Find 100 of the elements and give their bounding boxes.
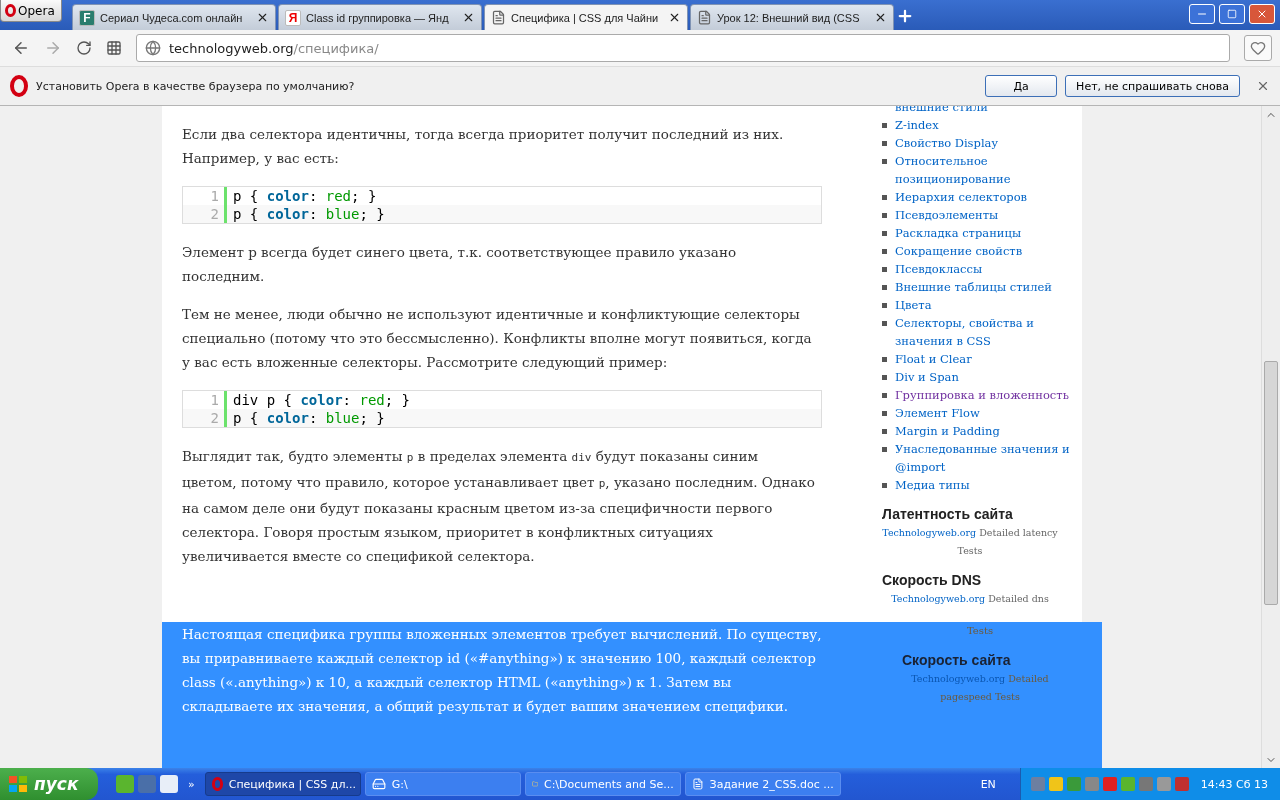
sidebar-link[interactable]: Свойство Display — [895, 134, 998, 152]
tray-icon[interactable] — [1102, 777, 1117, 791]
widget-title: Скорость сайта — [902, 652, 1012, 668]
sidebar-link[interactable]: Унаследованные значения и @import — [895, 440, 1082, 476]
sidebar-link[interactable]: Псевдоэлементы — [895, 206, 999, 224]
taskbar-button[interactable]: Задание 2_CSS.doc ... — [684, 772, 841, 796]
widget-title: Скорость DNS — [882, 572, 983, 588]
sidebar-link[interactable]: Элемент Flow — [895, 404, 980, 422]
code-line: p { color: blue; } — [232, 409, 385, 427]
widget-text: Technologyweb.org Detailed pagespeed Tests — [910, 672, 1050, 704]
sidebar-link[interactable]: Z-index — [895, 116, 939, 134]
new-tab-icon[interactable] — [896, 7, 914, 25]
sidebar-link[interactable]: Margin и Padding — [895, 422, 1000, 440]
taskbar-button[interactable]: G:\ — [364, 772, 521, 796]
infobar-button[interactable]: Да — [985, 75, 1058, 97]
close-window-button[interactable] — [1249, 4, 1275, 24]
bullet-icon — [882, 195, 887, 200]
bullet-icon — [882, 411, 887, 416]
bookmark-button[interactable] — [1244, 35, 1272, 61]
page-icon — [491, 10, 506, 25]
sidebar-link[interactable]: Псевдоклассы — [895, 260, 983, 278]
forward-icon[interactable] — [44, 39, 62, 57]
code-line: p { color: red; } — [232, 187, 377, 205]
sidebar-link[interactable]: Раскладка страницы — [895, 224, 1022, 242]
tray-icon[interactable] — [1174, 777, 1189, 791]
tray-icon[interactable] — [1120, 777, 1135, 791]
language-indicator[interactable]: EN — [980, 777, 996, 791]
browser-tab[interactable]: Урок 12: Внешний вид (CSS — [690, 4, 894, 30]
bullet-icon — [882, 429, 887, 434]
bullet-icon — [882, 447, 887, 452]
tray-icon[interactable] — [1138, 777, 1153, 791]
sidebar-link[interactable]: Иерархия селекторов — [895, 188, 1028, 206]
opera-menu-button[interactable]: Opera — [0, 0, 62, 22]
sidebar-link[interactable]: Сокращение свойств — [895, 242, 1023, 260]
widget-text: Technologyweb.org Detailed latency Tests — [882, 526, 1059, 558]
bullet-icon — [882, 375, 887, 380]
tab-title: Специфика | CSS для Чайни — [511, 11, 660, 24]
back-icon[interactable] — [12, 39, 30, 57]
close-icon[interactable] — [874, 11, 887, 24]
close-icon[interactable] — [256, 11, 269, 24]
tray-icon[interactable] — [1030, 777, 1045, 791]
browser-tab[interactable]: Специфика | CSS для Чайни — [484, 4, 688, 30]
tray-icon[interactable] — [1156, 777, 1171, 791]
globe-icon — [145, 40, 161, 56]
opera-logo-icon — [10, 75, 28, 97]
browser-tab[interactable]: Я Class id группировка — Янд — [278, 4, 482, 30]
bullet-icon — [882, 213, 887, 218]
minimize-button[interactable] — [1189, 4, 1215, 24]
scroll-thumb[interactable] — [1264, 361, 1278, 605]
start-button[interactable]: пуск — [0, 768, 98, 800]
browser-tab[interactable]: F Сериал Чудеса.com онлайн — [72, 4, 276, 30]
tray-icon[interactable] — [1048, 777, 1063, 791]
bullet-icon — [882, 483, 887, 488]
drive-icon — [371, 777, 386, 791]
widget-link[interactable]: Technologyweb.org — [891, 593, 986, 604]
speed-dial-icon[interactable] — [106, 40, 122, 56]
close-icon[interactable] — [668, 11, 681, 24]
code-line: div p { color: red; } — [232, 391, 411, 409]
line-number: 2 — [183, 409, 227, 427]
address-field[interactable]: technologyweb.org/специфика/ — [136, 34, 1230, 62]
scrollbar[interactable] — [1261, 106, 1280, 768]
bullet-icon — [882, 159, 887, 164]
tab-title: Class id группировка — Янд — [306, 11, 450, 24]
sidebar-link[interactable]: Селекторы, свойства и значения в CSS — [895, 314, 1082, 350]
clock: 14:43 Сб 13 — [1200, 777, 1268, 791]
bullet-icon — [882, 303, 887, 308]
infobar-button[interactable]: Нет, не спрашивать снова — [1065, 75, 1240, 97]
bullet-icon — [882, 249, 887, 254]
tab-title: Сериал Чудеса.com онлайн — [100, 11, 244, 24]
bullet-icon — [882, 267, 887, 272]
sidebar-link[interactable]: Цвета — [895, 296, 932, 314]
bullet-icon — [882, 321, 887, 326]
sidebar-link[interactable]: Внешние таблицы стилей — [895, 278, 1052, 296]
widget-link[interactable]: Technologyweb.org — [882, 527, 977, 538]
maximize-icon — [1227, 9, 1237, 19]
reload-icon[interactable] — [76, 40, 92, 56]
bullet-icon — [882, 123, 887, 128]
sidebar-link[interactable]: Относительное позиционирование — [895, 152, 1082, 188]
maximize-button[interactable] — [1219, 4, 1245, 24]
opera-logo-icon — [211, 777, 223, 791]
close-icon[interactable] — [462, 11, 475, 24]
document-icon — [691, 777, 704, 791]
sidebar-link[interactable]: Медиа типы — [895, 476, 970, 494]
article-paragraph: Тем не менее, люди обычно не используют идентичные и конфликтующие селекторы специально (потому что это бессмысленно). Конфликты вполне могут появиться, когда у вас есть вложенные селекторы. Рассмотрите следующий пример: — [182, 305, 813, 372]
widget-text: Tests — [965, 624, 995, 638]
line-number: 2 — [183, 205, 227, 223]
tab-title: Урок 12: Внешний вид (CSS — [717, 11, 861, 24]
site-icon: Я — [285, 9, 301, 26]
sidebar-link[interactable]: Группировка и вложенность — [895, 386, 1069, 404]
taskbar-button[interactable]: C:\Documents and Se... — [524, 772, 681, 796]
sidebar-link[interactable]: Float и Clear — [895, 350, 972, 368]
infobar-message: Установить Opera в качестве браузера по умолчанию? — [36, 79, 356, 93]
heart-icon — [1250, 40, 1266, 56]
article-paragraph: Элемент p всегда будет синего цвета, т.к. соответствующее правило указано последним. — [182, 243, 737, 286]
more-button[interactable]: » — [188, 777, 195, 791]
close-icon — [1256, 8, 1268, 20]
article-paragraph: Настоящая специфика группы вложенных элементов требует вычислений. По существу, вы приравниваете каждый селектор id («#anything») к значению 100, каждый селектор class («.anything») к 10, а каждый селектор HTML («anything») к 1. Затем вы складываете их значения, а общий результат и будет вашим значением специфики. — [181, 625, 822, 716]
page-icon — [697, 10, 712, 25]
sidebar-link[interactable]: Div и Span — [895, 368, 959, 386]
taskbar-button[interactable]: Специфика | CSS дл... — [204, 772, 361, 796]
